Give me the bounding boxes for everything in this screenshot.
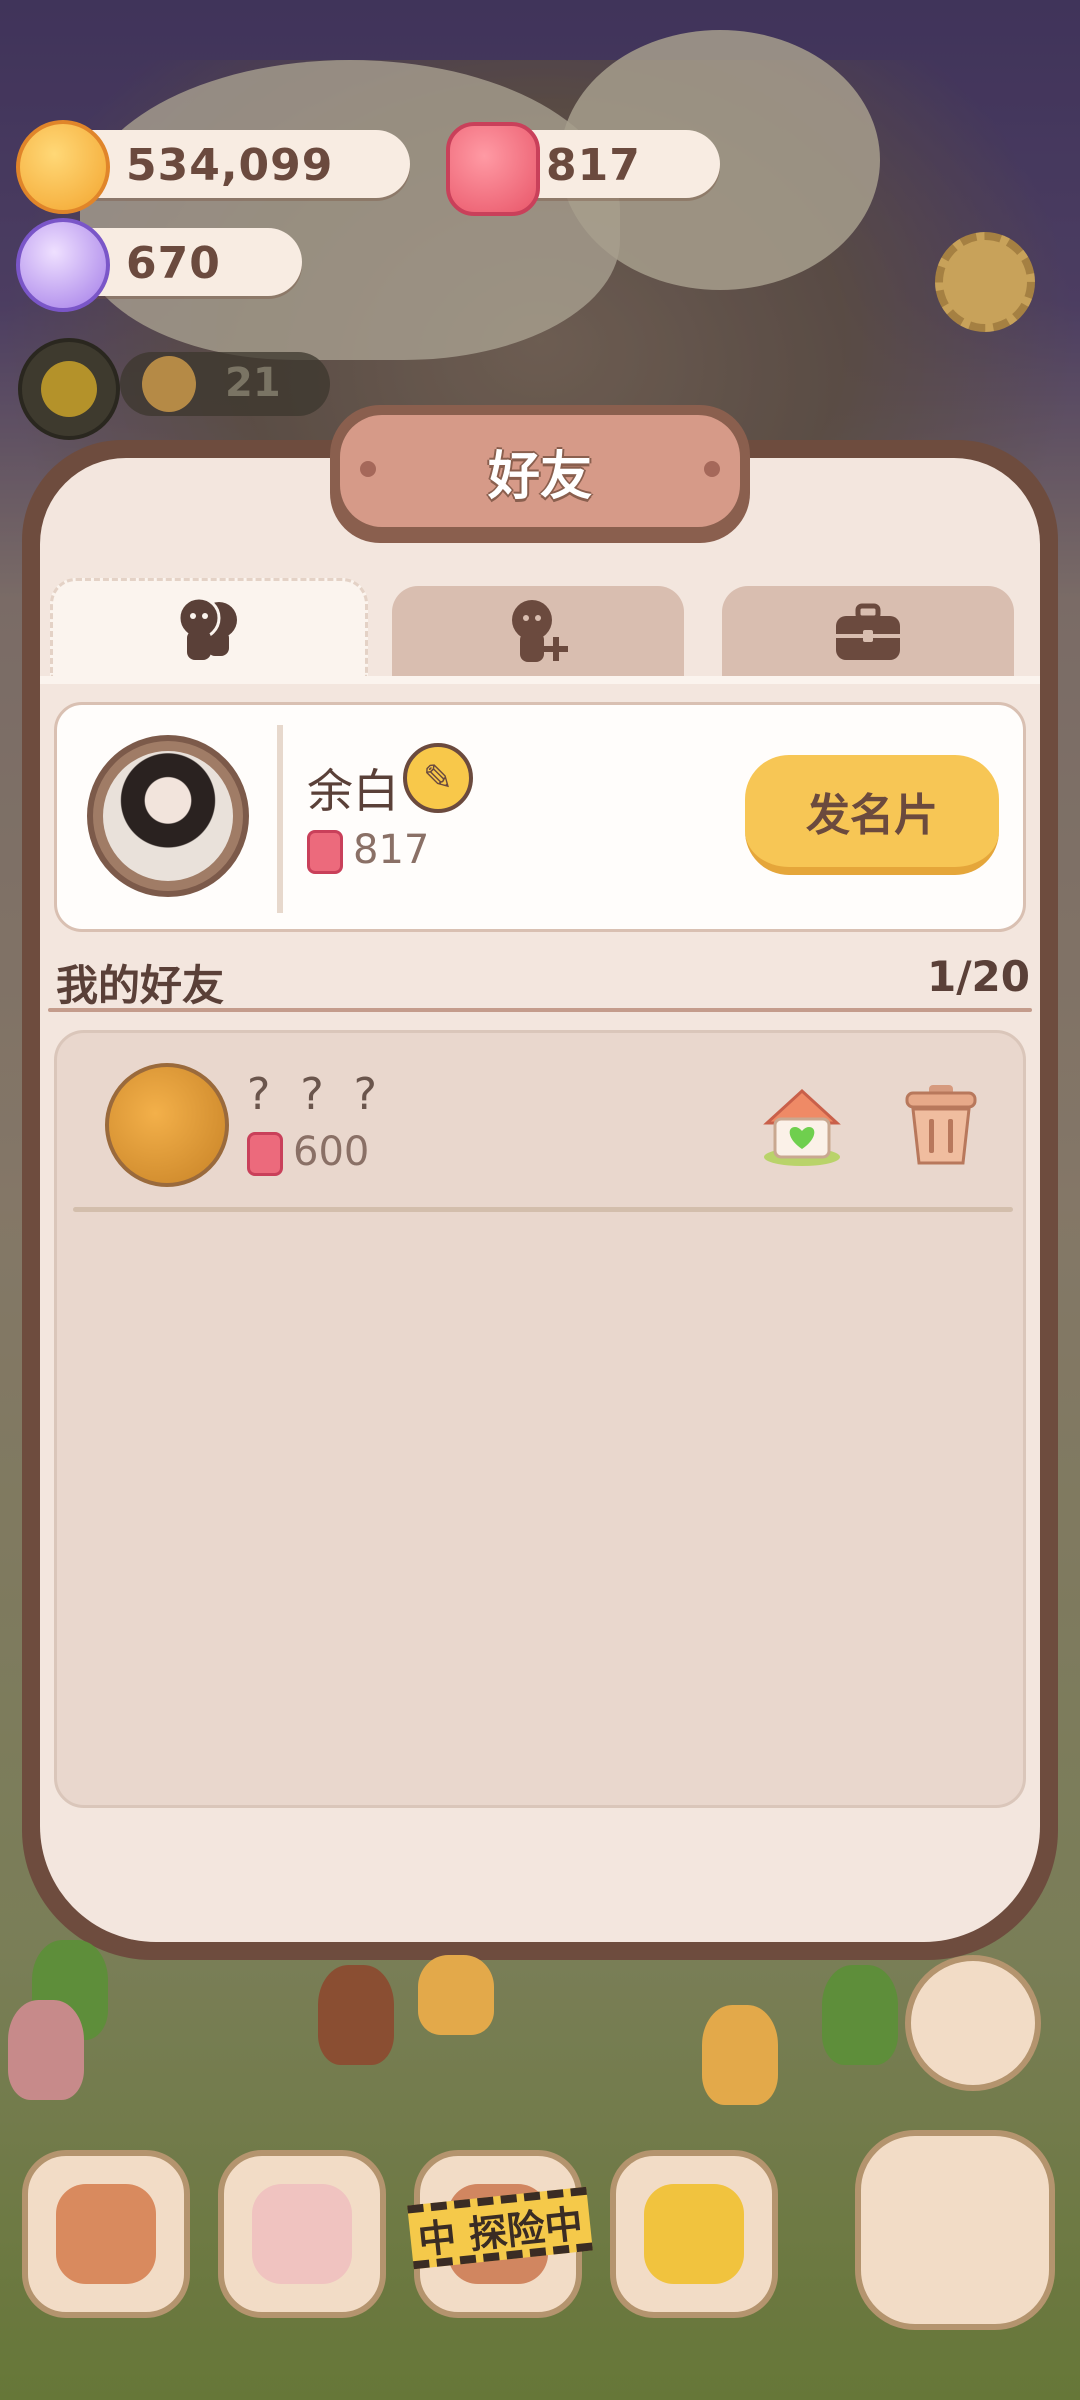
coin-value: 534,099 [126,140,334,191]
edit-name-pencil-icon[interactable]: ✎ [403,743,473,813]
settings-gear-icon[interactable] [935,232,1035,332]
friends-list[interactable]: ? ? ? 600 [54,1030,1026,1808]
yellow-gingerbread-character [702,2005,778,2105]
tab-add-friend[interactable] [392,586,684,678]
friend-score: 600 [247,1129,369,1176]
home-button[interactable] [22,2150,190,2318]
candle-icon [247,1132,283,1176]
gingerbread-face-icon [142,356,196,412]
candle-icon [307,830,343,874]
my-score-value: 817 [353,827,430,873]
profile-divider [277,725,283,913]
row-divider [73,1207,1013,1212]
resident-count: 21 [225,360,281,406]
friend-score-value: 600 [293,1129,370,1175]
plate-rivet-right [704,461,720,477]
candy-icon [16,218,110,312]
tab-briefcase[interactable] [722,586,1014,678]
my-profile-card: 余白 ✎ 817 发名片 [54,702,1026,932]
coin-icon [16,120,110,214]
friends-icon [177,596,237,660]
briefcase-icon [836,603,900,660]
shop-button[interactable] [610,2150,778,2318]
list-item: ? ? ? 600 [57,1033,1023,1213]
candy-value: 670 [126,238,221,289]
send-card-button[interactable]: 发名片 [745,755,999,875]
visit-home-icon[interactable] [757,1083,847,1167]
shopping-bag-icon [644,2184,744,2284]
tab-bar-base [40,676,1040,684]
diary-button[interactable] [218,2150,386,2318]
resident-counter: 21 [120,352,330,416]
my-score: 817 [307,827,429,874]
dialog-title: 好友 [487,446,592,507]
mushroom-house-icon [56,2184,156,2284]
my-name: 余白 [307,764,399,818]
section-divider [48,1008,1032,1012]
sun-badge-icon[interactable] [18,338,120,440]
fishing-button[interactable] [855,2130,1055,2330]
heart-notebook-icon [252,2184,352,2284]
friend-avatar[interactable] [105,1063,229,1187]
my-avatar[interactable] [87,735,249,897]
brown-gingerbread-character [318,1965,394,2065]
add-friend-icon [512,600,568,662]
candle-icon [446,122,540,216]
pink-gingerbread-character [8,2000,84,2100]
orange-gingerbread-character [418,1955,494,2035]
my-friends-heading: 我的好友 [56,961,225,1010]
event-cat-button[interactable] [905,1955,1041,2091]
friends-count: 1/20 [926,952,1030,1001]
candle-value: 817 [546,140,641,191]
dialog-title-plate: 好友 [330,405,750,543]
tab-friends[interactable] [50,578,368,678]
delete-trash-icon[interactable] [903,1081,979,1167]
green-gingerbread-character [822,1965,898,2065]
friend-name: ? ? ? [247,1069,386,1120]
plate-rivet-left [360,461,376,477]
